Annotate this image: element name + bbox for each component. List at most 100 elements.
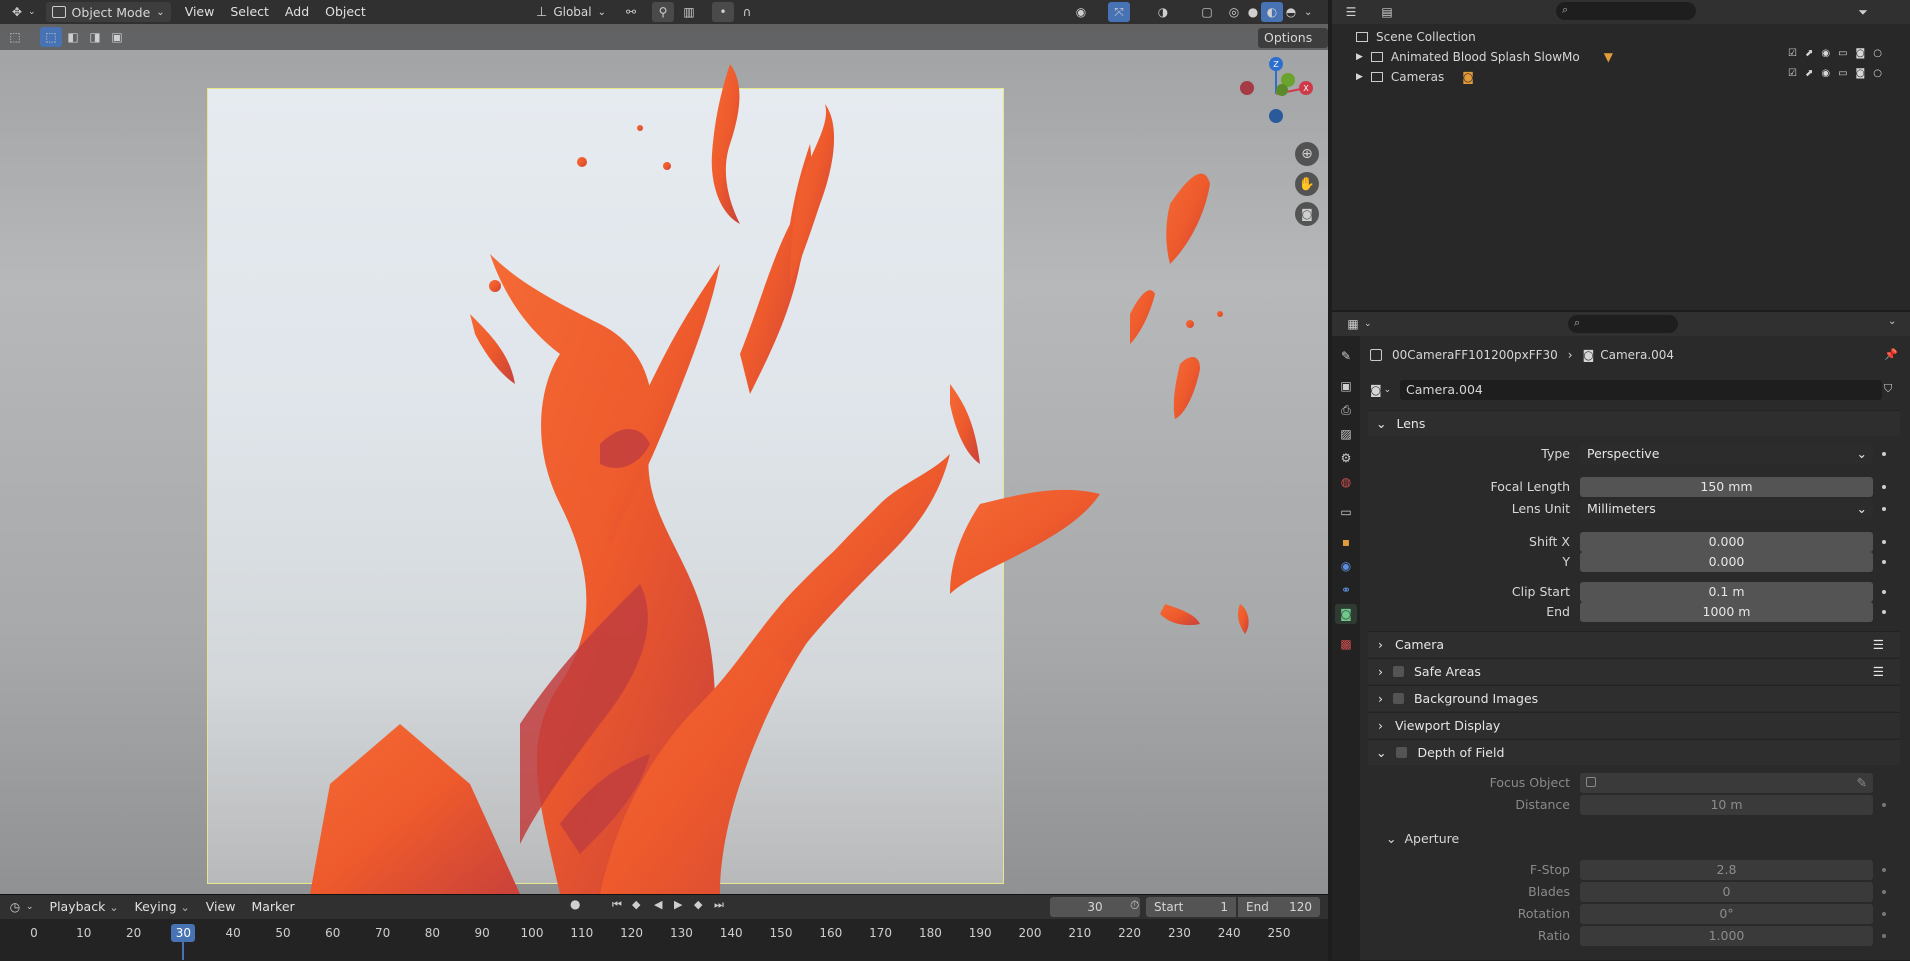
snap-target-icon[interactable]: ▥ [678,2,700,22]
keyframe-dot[interactable] [1882,485,1886,489]
keyframe-dot[interactable] [1882,540,1886,544]
camera-view-icon[interactable]: ◙ [1295,202,1319,226]
expand-arrow-icon[interactable]: ▶ [1356,72,1363,82]
render-icon[interactable]: ◙ [1856,68,1866,79]
physics-tab-icon[interactable]: ◉ [1335,556,1357,576]
filter-icon[interactable]: ⏷ [1852,2,1874,22]
overlay-icon[interactable]: ◑ [1152,2,1174,22]
camera-data-tab-icon[interactable]: ◙ [1335,604,1357,624]
menu-playback[interactable]: Playback [42,896,127,918]
world-tab-icon[interactable]: ◍ [1335,472,1357,492]
menu-select[interactable]: Select [222,1,277,23]
constraints-tab-icon[interactable]: ⚭ [1335,580,1357,600]
menu-object[interactable]: Object [317,1,374,23]
mode-dropdown[interactable]: Object Mode ⌄ [45,2,171,22]
jump-start-icon[interactable]: ⏮ [612,898,622,912]
tool-tab-icon[interactable]: ✎ [1335,346,1357,366]
keyframe-dot[interactable] [1882,452,1886,456]
fake-user-shield-icon[interactable]: ⛉ [1884,382,1892,396]
focal-length-field[interactable]: 150 mm [1580,477,1873,497]
datablock-name-field[interactable]: Camera.004 [1400,380,1882,400]
transform-orientation-dropdown[interactable]: ⊥ Global ⌄ [536,2,606,22]
falloff-icon[interactable]: ∩ [736,2,758,22]
selectable-icon[interactable]: ⬈ [1805,48,1813,59]
scene-tab-icon[interactable]: ⚙ [1335,448,1357,468]
properties-search-input[interactable]: ⌕ [1568,315,1678,333]
pan-hand-icon[interactable]: ✋ [1295,172,1319,196]
play-icon[interactable]: ▶ [674,898,682,911]
next-keyframe-icon[interactable]: ◆ [694,898,702,911]
jump-end-icon[interactable]: ⏭ [714,898,724,912]
clip-end-field[interactable]: 1000 m [1580,602,1873,622]
keyframe-dot[interactable] [1882,507,1886,511]
rotation-field[interactable]: 0° [1580,904,1873,924]
holdout-icon[interactable]: ○ [1873,68,1882,79]
pin-icon[interactable]: 📌 [1884,348,1898,361]
breadcrumb-data[interactable]: Camera.004 [1600,348,1674,362]
background-images-panel-header[interactable]: › Background Images [1368,685,1900,711]
holdout-icon[interactable]: ○ [1873,48,1882,59]
clip-start-field[interactable]: 0.1 m [1580,582,1873,602]
collection-tab-icon[interactable]: ▭ [1335,502,1357,522]
texture-tab-icon[interactable]: ▩ [1335,634,1357,654]
list-icon[interactable]: ☰ [1873,659,1884,685]
menu-marker[interactable]: Marker [243,896,302,918]
lens-panel-header[interactable]: ⌄ Lens [1368,410,1900,436]
editor-type-icon[interactable]: ✥ [6,2,28,22]
chevron-down-icon[interactable]: ⌄ [1304,7,1312,18]
aperture-subpanel-header[interactable]: ⌄ Aperture [1386,828,1459,848]
camera-panel-header[interactable]: › Camera ☰ [1368,631,1900,657]
menu-add[interactable]: Add [277,1,317,23]
stopwatch-icon[interactable]: ⏱ [1130,898,1139,913]
viewport-icon[interactable]: ▭ [1838,68,1847,79]
xray-icon[interactable]: ▢ [1196,2,1218,22]
keyframe-dot[interactable] [1882,868,1886,872]
keyframe-dot[interactable] [1882,934,1886,938]
fstop-field[interactable]: 2.8 [1580,860,1873,880]
outliner-editor-type-icon[interactable]: ☰ [1340,2,1362,22]
ratio-field[interactable]: 1.000 [1580,926,1873,946]
outliner-search-input[interactable]: ⌕ [1556,2,1696,20]
blades-field[interactable]: 0 [1580,882,1873,902]
datablock-browse[interactable]: ◙ ⌄ [1370,380,1391,400]
output-tab-icon[interactable]: ⎙ [1335,400,1357,420]
timeline-editor-type-icon[interactable]: ◷ [4,897,26,917]
record-icon[interactable]: ● [570,897,580,911]
3d-viewport[interactable]: ⬚ ⬚ ◧ ◨ ▣ Options ⌄ [0,24,1328,894]
list-icon[interactable]: ☰ [1873,632,1884,658]
viewport-display-panel-header[interactable]: › Viewport Display [1368,712,1900,738]
proportional-edit-icon[interactable]: • [712,2,734,22]
menu-view[interactable]: View [177,1,223,23]
checkbox-icon[interactable]: ☑ [1788,68,1797,79]
eyedropper-icon[interactable]: ✎ [1857,773,1867,793]
lens-unit-dropdown[interactable]: Millimeters ⌄ [1580,499,1873,519]
render-tab-icon[interactable]: ▣ [1335,376,1357,396]
breadcrumb-object[interactable]: 00CameraFF101200pxFF30 [1392,348,1558,362]
type-dropdown[interactable]: Perspective ⌄ [1580,444,1873,464]
keyframe-dot[interactable] [1882,560,1886,564]
keyframe-dot[interactable] [1882,590,1886,594]
current-frame-field[interactable]: 30 [1050,897,1140,917]
keyframe-dot[interactable] [1882,610,1886,614]
gizmo-icon[interactable]: ⤧ [1108,2,1130,22]
navigation-gizmo[interactable]: Z X [1236,54,1318,136]
snap-icon[interactable]: ⚲ [652,2,674,22]
keyframe-dot[interactable] [1882,803,1886,807]
pivot-icon[interactable]: ⚯ [620,2,642,22]
prev-keyframe-icon[interactable]: ◆ [632,898,640,911]
keyframe-dot[interactable] [1882,912,1886,916]
rendered-shading-icon[interactable]: ◓ [1280,2,1302,22]
checkbox-icon[interactable] [1396,747,1408,758]
visibility-icon[interactable]: ◉ [1070,2,1092,22]
display-mode-icon[interactable]: ▤ [1376,2,1398,22]
distance-field[interactable]: 10 m [1580,795,1873,815]
depth-of-field-panel-header[interactable]: ⌄ Depth of Field [1368,739,1900,765]
focus-object-field[interactable]: ✎ [1580,773,1873,793]
chevron-down-icon[interactable]: ⌄ [1888,316,1896,327]
start-frame-field[interactable]: Start 1 [1146,897,1236,917]
eye-icon[interactable]: ◉ [1821,68,1830,79]
keyframe-dot[interactable] [1882,890,1886,894]
selectable-icon[interactable]: ⬈ [1805,68,1813,79]
shift-x-field[interactable]: 0.000 [1580,532,1873,552]
eye-icon[interactable]: ◉ [1821,48,1830,59]
